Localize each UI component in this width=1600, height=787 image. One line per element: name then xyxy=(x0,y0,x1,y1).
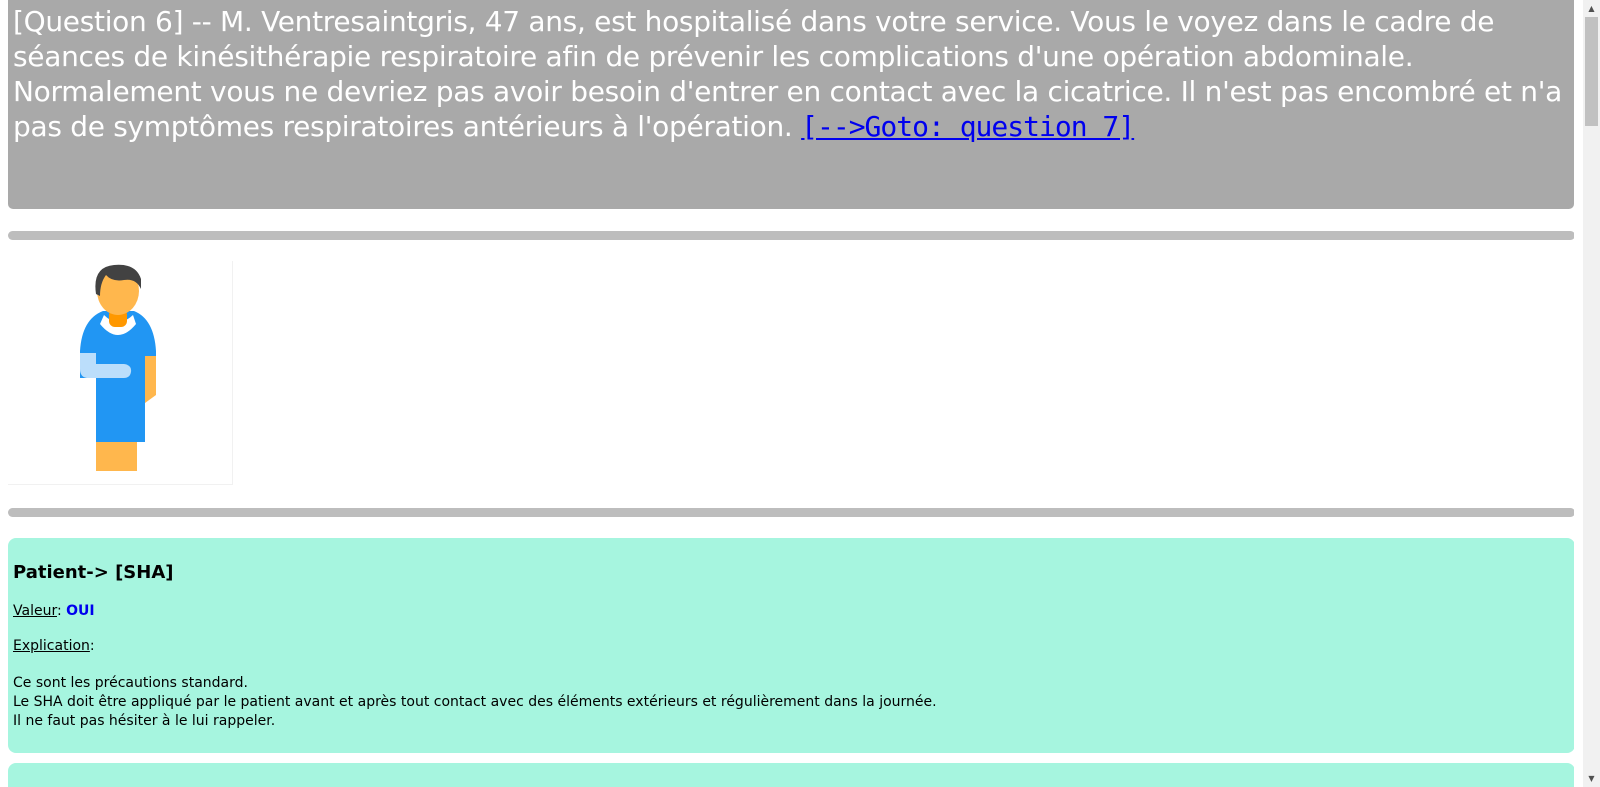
explication-line: Ce sont les précautions standard. xyxy=(13,675,248,691)
scrollbar-thumb[interactable] xyxy=(1585,17,1598,126)
scroll-down-arrow-icon[interactable]: ▼ xyxy=(1583,770,1600,787)
patient-figure-icon xyxy=(80,264,156,471)
patient-figure xyxy=(8,261,233,485)
answer-card-next xyxy=(8,763,1574,787)
goto-question-7-link[interactable]: [-->Goto: question 7] xyxy=(801,110,1135,143)
vertical-scrollbar[interactable]: ▲ ▼ xyxy=(1583,0,1600,787)
explication-text: Ce sont les précautions standard. Le SHA… xyxy=(13,674,937,731)
scroll-up-arrow-icon[interactable]: ▲ xyxy=(1583,0,1600,17)
explication-line: Le SHA doit être appliqué par le patient… xyxy=(13,694,937,710)
question-text-block: [Question 6] -- M. Ventresaintgris, 47 a… xyxy=(13,4,1569,144)
valeur-label: Valeur xyxy=(13,603,57,619)
question-text: [Question 6] -- M. Ventresaintgris, 47 a… xyxy=(13,5,1562,143)
answer-card-sha: Patient-> [SHA] Valeur: OUI Explication:… xyxy=(8,538,1574,753)
explication-label: Explication xyxy=(13,638,90,654)
explication-row: Explication: xyxy=(13,638,95,654)
answer-title: Patient-> [SHA] xyxy=(13,562,174,583)
question-panel: [Question 6] -- M. Ventresaintgris, 47 a… xyxy=(8,0,1574,209)
divider-top xyxy=(8,231,1574,240)
explication-line: Il ne faut pas hésiter à le lui rappeler… xyxy=(13,713,276,729)
divider-bottom xyxy=(8,508,1574,517)
valeur-value: OUI xyxy=(66,603,95,619)
valeur-row: Valeur: OUI xyxy=(13,603,95,619)
page-content: [Question 6] -- M. Ventresaintgris, 47 a… xyxy=(8,0,1574,787)
